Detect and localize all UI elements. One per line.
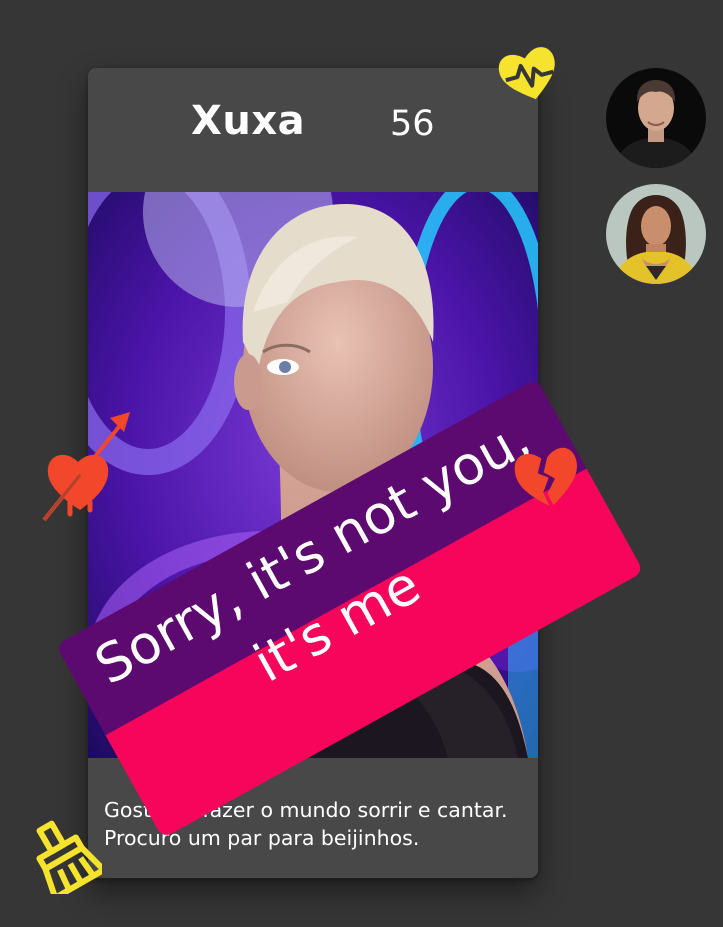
match-avatar-2[interactable] <box>606 184 706 284</box>
broken-heart-icon[interactable] <box>510 438 582 510</box>
profile-name: Xuxa <box>191 98 306 144</box>
heart-arrow-icon[interactable] <box>40 410 132 525</box>
card-header: Xuxa 56 <box>88 68 538 192</box>
app-stage: Xuxa 56 Gosto de fazer o mundo sorrir e … <box>0 0 723 927</box>
heartbeat-heart-icon[interactable] <box>497 44 561 104</box>
match-avatar-1[interactable] <box>606 68 706 168</box>
broom-icon[interactable] <box>26 820 107 901</box>
profile-age: 56 <box>390 104 435 144</box>
